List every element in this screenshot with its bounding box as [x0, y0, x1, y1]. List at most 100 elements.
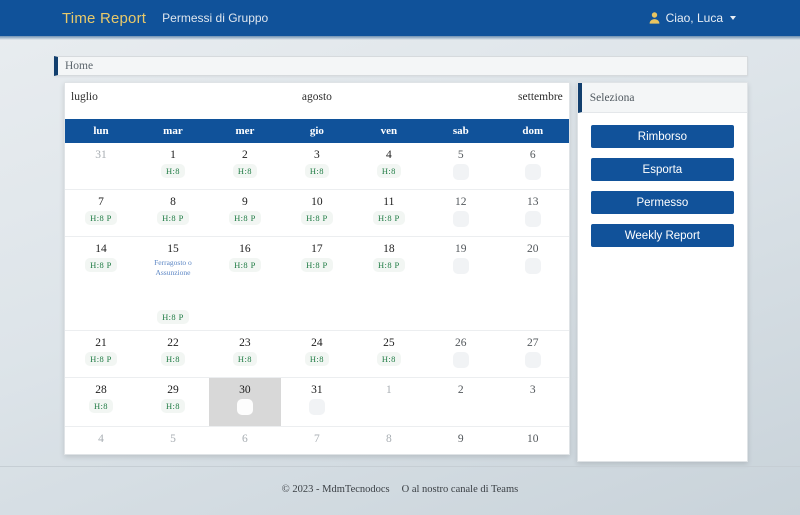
calendar-day-cell[interactable]: 3	[496, 378, 569, 426]
calendar-hours-badge-empty[interactable]	[524, 211, 541, 227]
esporta-button[interactable]: Esporta	[590, 158, 734, 181]
calendar-day-cell[interactable]: 20	[496, 237, 569, 330]
calendar-hours-badge[interactable]: H:8	[160, 399, 185, 413]
calendar-day-cell[interactable]: 17 H:8 P	[280, 237, 353, 330]
calendar-hours-badge[interactable]: H:8	[232, 164, 257, 178]
calendar-hours-badge[interactable]: H:8 P	[85, 211, 117, 225]
calendar-day-number: 31	[95, 149, 107, 161]
calendar-day-cell[interactable]: 23 H:8	[208, 331, 281, 377]
calendar-day-number: 11	[383, 196, 395, 208]
calendar-day-number: 19	[455, 243, 467, 255]
calendar-hours-badge-empty[interactable]	[524, 258, 541, 274]
chevron-down-icon	[730, 16, 736, 20]
calendar-day-number: 18	[383, 243, 395, 255]
calendar-hours-badge[interactable]: H:8 P	[373, 211, 405, 225]
calendar-hours-badge[interactable]: H:8	[304, 352, 329, 366]
calendar-hours-badge[interactable]: H:8	[232, 352, 257, 366]
calendar-day-cell[interactable]: 26	[424, 331, 497, 377]
calendar-day-cell[interactable]: 1 H:8	[136, 143, 209, 189]
calendar-day-cell[interactable]: 31	[280, 378, 353, 426]
calendar-day-cell[interactable]: 4	[65, 427, 137, 454]
calendar-hours-badge[interactable]: H:8	[376, 352, 401, 366]
calendar-day-cell[interactable]: 2 H:8	[208, 143, 281, 189]
calendar-day-cell[interactable]: 11 H:8 P	[352, 190, 425, 236]
calendar-hours-badge[interactable]: H:8 P	[229, 211, 261, 225]
calendar-hours-badge[interactable]: H:8	[89, 399, 113, 413]
calendar-day-cell[interactable]: 6	[208, 427, 281, 454]
calendar-day-cell[interactable]: 10	[496, 427, 569, 454]
calendar-day-number: 9	[457, 433, 464, 445]
calendar-day-cell[interactable]: 7	[280, 427, 353, 454]
calendar-day-cell[interactable]: 27	[496, 331, 569, 377]
calendar-day-cell[interactable]: 2	[424, 378, 497, 426]
calendar-hours-badge-empty[interactable]	[308, 399, 325, 415]
calendar-day-cell[interactable]: 28 H:8	[65, 378, 137, 426]
day-header-gio: gio	[309, 125, 324, 137]
calendar-day-cell[interactable]: 5	[424, 143, 497, 189]
calendar-day-cell[interactable]: 8 H:8 P	[136, 190, 209, 236]
calendar-day-cell[interactable]: 22 H:8	[136, 331, 209, 377]
calendar-hours-badge-empty[interactable]	[452, 211, 469, 227]
navbar-brand[interactable]: Time Report	[62, 10, 146, 27]
calendar-day-cell[interactable]: 18 H:8 P	[352, 237, 425, 330]
calendar-day-cell[interactable]: 14 H:8 P	[65, 237, 137, 330]
calendar-hours-badge[interactable]: H:8	[304, 164, 329, 178]
calendar-hours-badge[interactable]: H:8 P	[301, 258, 333, 272]
calendar-hours-badge[interactable]: H:8	[376, 164, 401, 178]
calendar-hours-badge[interactable]: H:8	[160, 164, 185, 178]
calendar-day-cell[interactable]: 13	[496, 190, 569, 236]
calendar-hours-badge[interactable]: H:8	[160, 352, 185, 366]
calendar-day-number: 29	[167, 384, 179, 396]
calendar-day-number: 15	[167, 243, 179, 255]
calendar-day-cell[interactable]: 21 H:8 P	[65, 331, 137, 377]
calendar-hours-badge[interactable]: H:8 P	[85, 258, 117, 272]
calendar-day-cell[interactable]: 9	[424, 427, 497, 454]
navbar-user-menu[interactable]: Ciao, Luca	[649, 11, 786, 25]
calendar-hours-badge[interactable]: H:8 P	[301, 211, 333, 225]
prev-month-link[interactable]: luglio	[71, 91, 98, 103]
calendar-day-number: 26	[455, 337, 467, 349]
calendar-day-number: 30	[239, 384, 251, 396]
calendar-day-cell[interactable]: 3 H:8	[280, 143, 353, 189]
calendar-day-cell[interactable]: 4 H:8	[352, 143, 425, 189]
calendar-hours-badge-empty[interactable]	[524, 164, 541, 180]
rimborso-button[interactable]: Rimborso	[590, 125, 734, 148]
calendar-hours-badge[interactable]: H:8 P	[157, 310, 189, 324]
calendar-day-cell[interactable]: 10 H:8 P	[280, 190, 353, 236]
calendar-day-number: 7	[98, 196, 104, 208]
calendar-day-cell[interactable]: 8	[352, 427, 425, 454]
weekly-report-button[interactable]: Weekly Report	[590, 224, 734, 247]
nav-link-permessi-di-gruppo[interactable]: Permessi di Gruppo	[162, 11, 268, 25]
calendar-hours-badge[interactable]: H:8 P	[157, 211, 189, 225]
calendar-day-cell[interactable]: 19	[424, 237, 497, 330]
calendar-hours-badge[interactable]: H:8 P	[229, 258, 261, 272]
calendar-hours-badge-empty[interactable]	[452, 258, 469, 274]
calendar-day-cell[interactable]: 5	[136, 427, 209, 454]
calendar-day-cell[interactable]: 7 H:8 P	[65, 190, 137, 236]
calendar-day-cell[interactable]: 16 H:8 P	[208, 237, 281, 330]
calendar-day-cell[interactable]: 15 Ferragosto o Assunzione H:8 P	[136, 237, 209, 330]
calendar-weeks: 31 1 H:8 2 H:8 3 H:8 4 H:8 5 6 7 H:8 P 8 H:8 P 9 H:8 P 10…	[65, 143, 569, 454]
breadcrumb[interactable]: Home	[54, 56, 748, 76]
main-content: luglio agosto settembre lun mar mer gio …	[0, 76, 800, 462]
calendar-day-cell[interactable]: 29 H:8	[136, 378, 209, 426]
calendar-day-cell[interactable]: 30	[208, 378, 281, 426]
calendar-day-cell[interactable]: 1	[352, 378, 425, 426]
calendar-hours-badge-empty[interactable]	[452, 164, 469, 180]
calendar-day-cell[interactable]: 24 H:8	[280, 331, 353, 377]
calendar-hours-badge-empty[interactable]	[452, 352, 469, 368]
calendar-day-cell[interactable]: 25 H:8	[352, 331, 425, 377]
calendar-hours-badge[interactable]: H:8 P	[373, 258, 405, 272]
side-panel-header: Seleziona	[577, 83, 747, 113]
permesso-button[interactable]: Permesso	[590, 191, 734, 214]
footer-teams-link[interactable]: O al nostro canale di Teams	[402, 484, 519, 495]
calendar-hours-badge-empty[interactable]	[524, 352, 541, 368]
calendar-hours-badge[interactable]: H:8 P	[85, 352, 117, 366]
calendar-day-cell[interactable]: 6	[496, 143, 569, 189]
next-month-link[interactable]: settembre	[518, 91, 563, 103]
calendar-day-cell[interactable]: 9 H:8 P	[208, 190, 281, 236]
calendar-day-cell[interactable]: 12	[424, 190, 497, 236]
calendar-hours-badge-empty[interactable]	[236, 399, 253, 415]
calendar-day-cell[interactable]: 31	[65, 143, 137, 189]
calendar-holiday-label[interactable]: Ferragosto o Assunzione	[144, 258, 202, 277]
